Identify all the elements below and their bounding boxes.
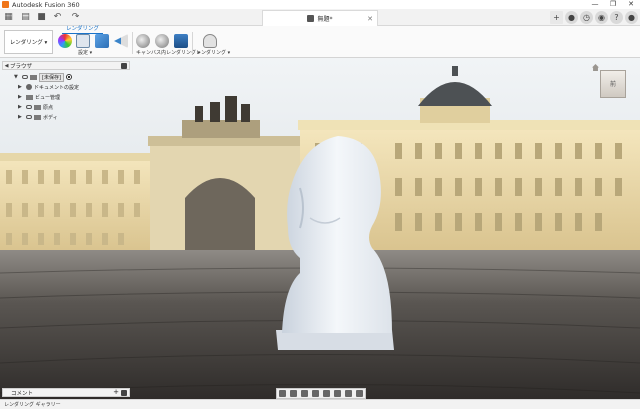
decal-icon[interactable] — [114, 34, 128, 48]
pan-icon[interactable] — [301, 390, 308, 397]
ribbon-separator — [132, 32, 133, 54]
teapot-render-icon[interactable] — [203, 34, 217, 48]
scene-settings-icon[interactable] — [76, 34, 90, 48]
gear-icon — [26, 84, 32, 90]
tree-node-origin[interactable]: ▶ 原点 — [14, 102, 79, 112]
render-gallery-label[interactable]: レンダリング ギャラリー — [4, 401, 61, 408]
render-gallery-bar[interactable]: レンダリング ギャラリー — [0, 399, 640, 409]
undo-icon[interactable]: ↶ — [52, 12, 63, 23]
navigation-bar — [276, 388, 366, 399]
help-icon[interactable]: ? — [610, 11, 623, 24]
close-tab-icon[interactable]: ✕ — [367, 15, 373, 23]
canvas-render-group-label[interactable]: キャンバス内レンダリング ▾ — [136, 49, 200, 56]
tree-label: ビュー管理 — [35, 94, 61, 101]
tree-node-document-settings[interactable]: ▶ ドキュメントの設定 — [14, 82, 79, 92]
comments-panel-header[interactable]: コメント + — [2, 388, 130, 397]
expand-arrow-icon[interactable]: ▶ — [18, 84, 24, 90]
display-settings-icon[interactable] — [334, 390, 341, 397]
visibility-eye-icon[interactable] — [26, 115, 32, 119]
add-comment-icon[interactable]: + — [113, 388, 119, 396]
tree-label: [未保存] — [39, 72, 64, 82]
browser-title: ブラウザ — [10, 63, 33, 70]
expand-arrow-icon[interactable]: ▶ — [18, 94, 24, 100]
document-tab[interactable]: 無題* ✕ — [262, 10, 378, 26]
pin-icon[interactable] — [121, 390, 127, 396]
collapse-arrow-icon[interactable]: ◀ — [3, 63, 10, 69]
online-status-icon[interactable]: ● — [565, 11, 578, 24]
render-group-label[interactable]: レンダリング ▾ — [196, 49, 230, 56]
tab-bar: ▦ ▤ ■ ↶ ↷ 無題* ✕ + ● ◷ ◉ ? ● — [0, 9, 640, 26]
viewports-icon[interactable] — [356, 390, 363, 397]
zoom-icon[interactable] — [312, 390, 319, 397]
setup-group: 設定 ▾ — [56, 34, 98, 56]
toolbar-ribbon: レンダリング レンダリング ▾ 設定 ▾ キャンバス内レンダリング ▾ レンダリ… — [0, 26, 640, 58]
activate-radio-icon[interactable] — [65, 74, 72, 80]
data-panel-grid-icon[interactable]: ▦ — [3, 12, 14, 23]
in-canvas-render-icon[interactable] — [136, 34, 150, 48]
maximize-button[interactable]: ❐ — [604, 0, 622, 9]
expand-arrow-icon[interactable]: ▶ — [18, 104, 24, 110]
redo-icon[interactable]: ↷ — [70, 12, 81, 23]
job-status-icon[interactable]: ◷ — [580, 11, 593, 24]
user-avatar[interactable]: ● — [625, 11, 638, 24]
title-bar: Autodesk Fusion 360 — ❐ ✕ — [0, 0, 640, 9]
canvas-viewport[interactable] — [0, 58, 640, 399]
rendered-scene — [0, 58, 640, 399]
appearance-icon[interactable] — [58, 34, 72, 48]
window-controls: — ❐ ✕ — [586, 0, 640, 9]
tree-label: ドキュメントの設定 — [34, 84, 80, 91]
look-at-icon[interactable] — [290, 390, 297, 397]
texture-map-icon[interactable] — [95, 34, 109, 48]
folder-icon — [34, 114, 41, 120]
comments-title: コメント — [11, 390, 34, 397]
fit-icon[interactable] — [323, 390, 330, 397]
render-group: レンダリング ▾ — [196, 34, 230, 56]
tree-node-view-management[interactable]: ▶ ビュー管理 — [14, 92, 79, 102]
tree-node-root[interactable]: ▼ [未保存] — [14, 72, 79, 82]
folder-icon — [26, 94, 33, 100]
new-tab-button[interactable]: + — [550, 11, 563, 24]
folder-icon — [34, 104, 41, 110]
document-tab-label: 無題* — [317, 16, 333, 23]
ribbon-separator — [192, 32, 193, 54]
expand-arrow-icon[interactable]: ▶ — [18, 114, 24, 120]
notifications-icon[interactable]: ◉ — [595, 11, 608, 24]
app-title: Autodesk Fusion 360 — [12, 0, 80, 9]
canvas-render-settings-icon[interactable] — [155, 34, 169, 48]
browser-tree: ▼ [未保存] ▶ ドキュメントの設定 ▶ ビュー管理 ▶ 原点 ▶ ボディ — [14, 72, 79, 122]
capture-image-icon[interactable] — [174, 34, 188, 48]
viewcube[interactable]: 前 — [600, 70, 626, 98]
top-right-icons: + ● ◷ ◉ ? ● — [550, 11, 638, 24]
visibility-eye-icon[interactable] — [22, 75, 28, 79]
tree-node-bodies[interactable]: ▶ ボディ — [14, 112, 79, 122]
close-window-button[interactable]: ✕ — [622, 0, 640, 9]
pin-icon[interactable] — [121, 63, 127, 69]
file-menu-icon[interactable]: ▤ — [20, 12, 31, 23]
setup-group-label[interactable]: 設定 ▾ — [78, 49, 92, 56]
expand-arrow-icon[interactable]: ▼ — [14, 74, 20, 80]
workspace-switcher[interactable]: レンダリング ▾ — [4, 30, 53, 54]
tree-label: 原点 — [43, 104, 54, 111]
browser-panel-header[interactable]: ◀ ブラウザ — [2, 61, 130, 70]
design-cube-icon — [307, 15, 315, 22]
minimize-button[interactable]: — — [586, 0, 604, 9]
save-icon[interactable]: ■ — [36, 12, 47, 23]
grid-snaps-icon[interactable] — [345, 390, 352, 397]
fusion-logo-icon — [2, 1, 9, 8]
document-icon — [30, 74, 37, 80]
tree-label: ボディ — [43, 114, 58, 121]
visibility-eye-icon[interactable] — [26, 105, 32, 109]
tab-render[interactable]: レンダリング — [62, 26, 104, 34]
orbit-icon[interactable] — [279, 390, 286, 397]
